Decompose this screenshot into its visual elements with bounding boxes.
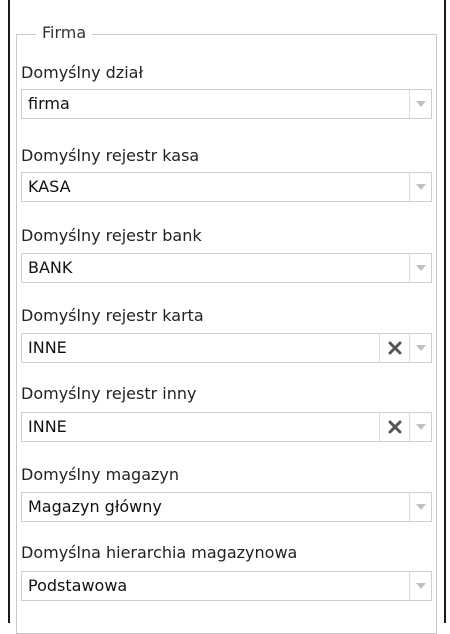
default-warehouse-label: Domyślny magazyn [21,465,179,484]
default-bank-register-dropdown[interactable]: BANK [21,253,432,283]
default-card-register-arrow[interactable] [409,334,431,362]
default-warehouse-hierarchy-label: Domyślna hierarchia magazynowa [21,543,298,562]
default-other-register-dropdown[interactable]: INNE [21,412,432,442]
default-department-label: Domyślny dział [21,63,143,82]
default-card-register-label: Domyślny rejestr karta [21,306,204,325]
default-warehouse-value: Magazyn główny [28,497,162,516]
groupbox-title: Firma [36,22,93,44]
panel-left-edge [8,0,10,623]
default-card-register-value: INNE [28,338,67,357]
chevron-down-icon [416,101,426,107]
default-bank-register-value: BANK [28,258,73,277]
default-warehouse-dropdown[interactable]: Magazyn główny [21,492,432,522]
chevron-down-icon [416,504,426,510]
default-card-register-dropdown[interactable]: INNE [21,333,432,363]
default-cash-register-label: Domyślny rejestr kasa [21,146,200,165]
default-bank-register-arrow[interactable] [409,254,431,282]
chevron-down-icon [416,184,426,190]
close-icon [388,420,402,434]
chevron-down-icon [416,265,426,271]
default-warehouse-hierarchy-arrow[interactable] [409,572,431,600]
default-other-register-arrow[interactable] [409,413,431,441]
chevron-down-icon [416,583,426,589]
settings-panel: Firma Domyślny dział firma Domyślny reje… [0,0,450,634]
default-warehouse-hierarchy-dropdown[interactable]: Podstawowa [21,571,432,601]
default-department-arrow[interactable] [409,90,431,118]
default-bank-register-label: Domyślny rejestr bank [21,226,202,245]
default-department-dropdown[interactable]: firma [21,89,432,119]
default-card-register-clear-button[interactable] [379,334,409,362]
default-cash-register-arrow[interactable] [409,173,431,201]
default-other-register-value: INNE [28,417,67,436]
default-department-value: firma [28,94,70,113]
default-other-register-label: Domyślny rejestr inny [21,384,197,403]
default-warehouse-hierarchy-value: Podstawowa [28,576,128,595]
chevron-down-icon [416,424,426,430]
default-cash-register-value: KASA [28,177,71,196]
panel-right-edge [444,0,446,623]
chevron-down-icon [416,345,426,351]
default-other-register-clear-button[interactable] [379,413,409,441]
default-cash-register-dropdown[interactable]: KASA [21,172,432,202]
default-warehouse-arrow[interactable] [409,493,431,521]
close-icon [388,341,402,355]
